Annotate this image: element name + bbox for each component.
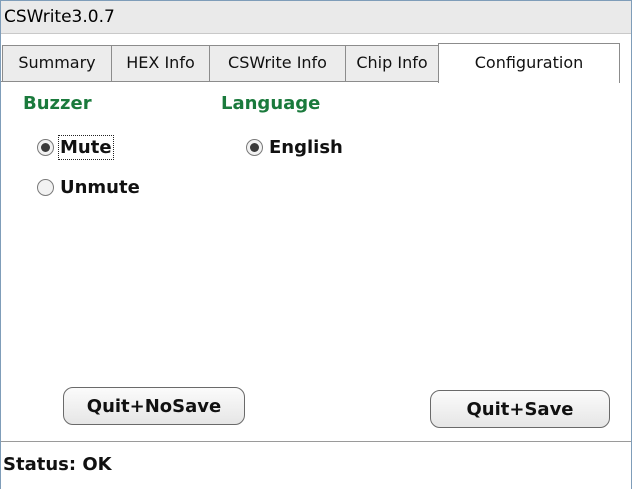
tab-summary[interactable]: Summary <box>2 45 112 81</box>
radio-mute-indicator[interactable] <box>37 138 54 156</box>
tab-divider <box>1 81 479 82</box>
tab-hex-info[interactable]: HEX Info <box>111 45 210 81</box>
title-bar: CSWrite3.0.7 <box>1 1 631 34</box>
radio-english-indicator[interactable] <box>246 138 263 156</box>
status-bar: Status: OK <box>1 441 631 489</box>
tab-strip: Summary HEX Info CSWrite Info Chip Info … <box>1 43 631 83</box>
tab-configuration[interactable]: Configuration <box>438 43 620 83</box>
quit-save-button[interactable]: Quit+Save <box>430 390 610 428</box>
radio-unmute[interactable]: Unmute <box>37 175 140 199</box>
window-title: CSWrite3.0.7 <box>4 7 115 27</box>
quit-nosave-button[interactable]: Quit+NoSave <box>63 387 245 425</box>
radio-unmute-label: Unmute <box>60 176 140 198</box>
status-text: Status: OK <box>3 454 112 475</box>
radio-english[interactable]: English <box>246 135 343 159</box>
radio-mute-label: Mute <box>58 134 114 160</box>
radio-unmute-indicator[interactable] <box>37 178 54 196</box>
app-window: CSWrite3.0.7 Summary HEX Info CSWrite In… <box>0 0 632 489</box>
radio-english-label: English <box>269 136 343 158</box>
language-group-label: Language <box>221 93 321 114</box>
radio-mute[interactable]: Mute <box>37 134 114 160</box>
tab-cswrite-info[interactable]: CSWrite Info <box>209 45 346 81</box>
buzzer-group-label: Buzzer <box>23 93 92 114</box>
tab-chip-info[interactable]: Chip Info <box>345 45 439 81</box>
